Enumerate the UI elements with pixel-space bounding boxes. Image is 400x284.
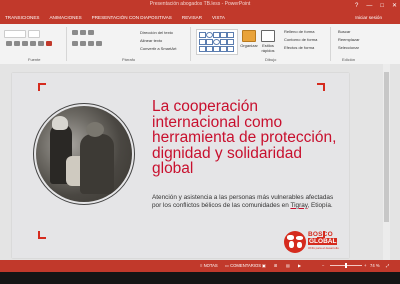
group-paragraph-label: Párrafo: [122, 57, 136, 62]
normal-view-icon[interactable]: ▣: [262, 260, 266, 272]
corner-mark: [38, 83, 46, 91]
find-button[interactable]: Buscar: [338, 29, 350, 34]
shape-effects-button[interactable]: Efectos de forma: [284, 45, 314, 50]
zoom-out-icon[interactable]: −: [322, 260, 324, 272]
bullets-icon[interactable]: [72, 30, 78, 35]
font-size-box[interactable]: [28, 30, 40, 38]
zoom-slider-knob[interactable]: [345, 263, 347, 268]
underline-icon[interactable]: [22, 41, 28, 46]
align-center-icon[interactable]: [80, 41, 86, 46]
bosco-global-logo: BOSCO GLOBAL ONG para el desarrollo: [282, 228, 346, 254]
vertical-scrollbar[interactable]: [383, 64, 390, 260]
ribbon-divider: [66, 27, 67, 61]
smartart-button[interactable]: Convertir a SmartArt: [140, 46, 176, 51]
quick-styles-icon: [261, 30, 275, 42]
minimize-button[interactable]: —: [366, 0, 372, 12]
slideshow-icon[interactable]: ▶: [298, 260, 301, 272]
replace-button[interactable]: Reemplazar: [338, 37, 360, 42]
indent-icon[interactable]: [88, 30, 94, 35]
arrange-icon: [242, 30, 256, 42]
group-font-label: Fuente: [28, 57, 41, 62]
shape-outline-button[interactable]: Contorno de forma: [284, 37, 317, 42]
tab-revisar[interactable]: REVISAR: [177, 12, 207, 24]
text-direction-button[interactable]: Dirección del texto: [140, 30, 173, 35]
tab-presentacion[interactable]: PRESENTACIÓN CON DIAPOSITIVAS: [87, 12, 177, 24]
font-color-icon[interactable]: [46, 41, 52, 46]
align-text-button[interactable]: Alinear texto: [140, 38, 162, 43]
scrollbar-thumb[interactable]: [384, 72, 389, 222]
help-icon[interactable]: ?: [355, 0, 358, 12]
fit-slide-icon[interactable]: ⤢: [386, 260, 389, 272]
slide-headline[interactable]: La cooperación internacional como herram…: [152, 99, 342, 177]
maximize-button[interactable]: □: [380, 0, 384, 12]
slide-body-text[interactable]: Atención y asistencia a las personas más…: [152, 194, 342, 210]
globe-icon: [284, 231, 306, 253]
close-button[interactable]: ✕: [392, 0, 397, 12]
strikethrough-icon[interactable]: [30, 41, 36, 46]
justify-icon[interactable]: [96, 41, 102, 46]
arrange-button[interactable]: Organizar: [239, 30, 259, 48]
taskbar: [0, 272, 400, 284]
tab-animaciones[interactable]: ANIMACIONES: [44, 12, 86, 24]
group-editing-label: Edición: [342, 57, 356, 62]
ribbon: Fuente Dirección del texto Alinear texto…: [0, 24, 400, 65]
comments-button[interactable]: ▭ COMENTARIOS: [225, 260, 261, 272]
reading-view-icon[interactable]: ▤: [286, 260, 290, 272]
shape-fill-button[interactable]: Relleno de forma: [284, 29, 314, 34]
quick-styles-button[interactable]: Estilos rápidos: [259, 30, 277, 53]
shapes-gallery[interactable]: [196, 29, 238, 55]
tab-transiciones[interactable]: TRANSICIONES: [0, 12, 44, 24]
shadow-icon[interactable]: [38, 41, 44, 46]
zoom-level[interactable]: 74 %: [370, 260, 380, 272]
italic-icon[interactable]: [14, 41, 20, 46]
logo-text-global: GLOBAL: [308, 238, 338, 245]
logo-tagline: ONG para el desarrollo: [308, 246, 339, 250]
zoom-in-icon[interactable]: +: [364, 260, 366, 272]
numbering-icon[interactable]: [80, 30, 86, 35]
signin-link[interactable]: Iniciar sesión: [355, 12, 382, 24]
select-button[interactable]: Seleccionar: [338, 45, 359, 50]
align-left-icon[interactable]: [72, 41, 78, 46]
tigray-text: Tigray: [290, 201, 308, 209]
corner-mark: [38, 231, 46, 239]
ribbon-divider: [190, 27, 191, 61]
tab-vista[interactable]: VISTA: [207, 12, 230, 24]
ribbon-divider: [330, 27, 331, 61]
window-controls: ? — □ ✕: [355, 0, 397, 12]
ribbon-tabs: TRANSICIONES ANIMACIONES PRESENTACIÓN CO…: [0, 12, 400, 24]
slide-editor: La cooperación internacional como herram…: [0, 64, 400, 260]
status-bar: ≡ NOTAS ▭ COMENTARIOS ▣ ⊞ ▤ ▶ − + 74 % ⤢: [0, 260, 400, 272]
group-drawing-label: Dibujo: [265, 57, 277, 62]
slide-canvas[interactable]: La cooperación internacional como herram…: [12, 73, 349, 258]
window-title: Presentación abogados TB.less - PowerPoi…: [149, 1, 251, 7]
title-bar: Presentación abogados TB.less - PowerPoi…: [0, 0, 400, 12]
bold-icon[interactable]: [6, 41, 12, 46]
powerpoint-window: Presentación abogados TB.less - PowerPoi…: [0, 0, 400, 272]
notes-button[interactable]: ≡ NOTAS: [200, 260, 218, 272]
logo-text-bosco: BOSCO: [308, 231, 333, 238]
align-right-icon[interactable]: [88, 41, 94, 46]
corner-mark: [317, 83, 325, 91]
people-photo[interactable]: [36, 106, 132, 202]
font-name-box[interactable]: [4, 30, 26, 38]
slide-sorter-icon[interactable]: ⊞: [274, 260, 278, 272]
